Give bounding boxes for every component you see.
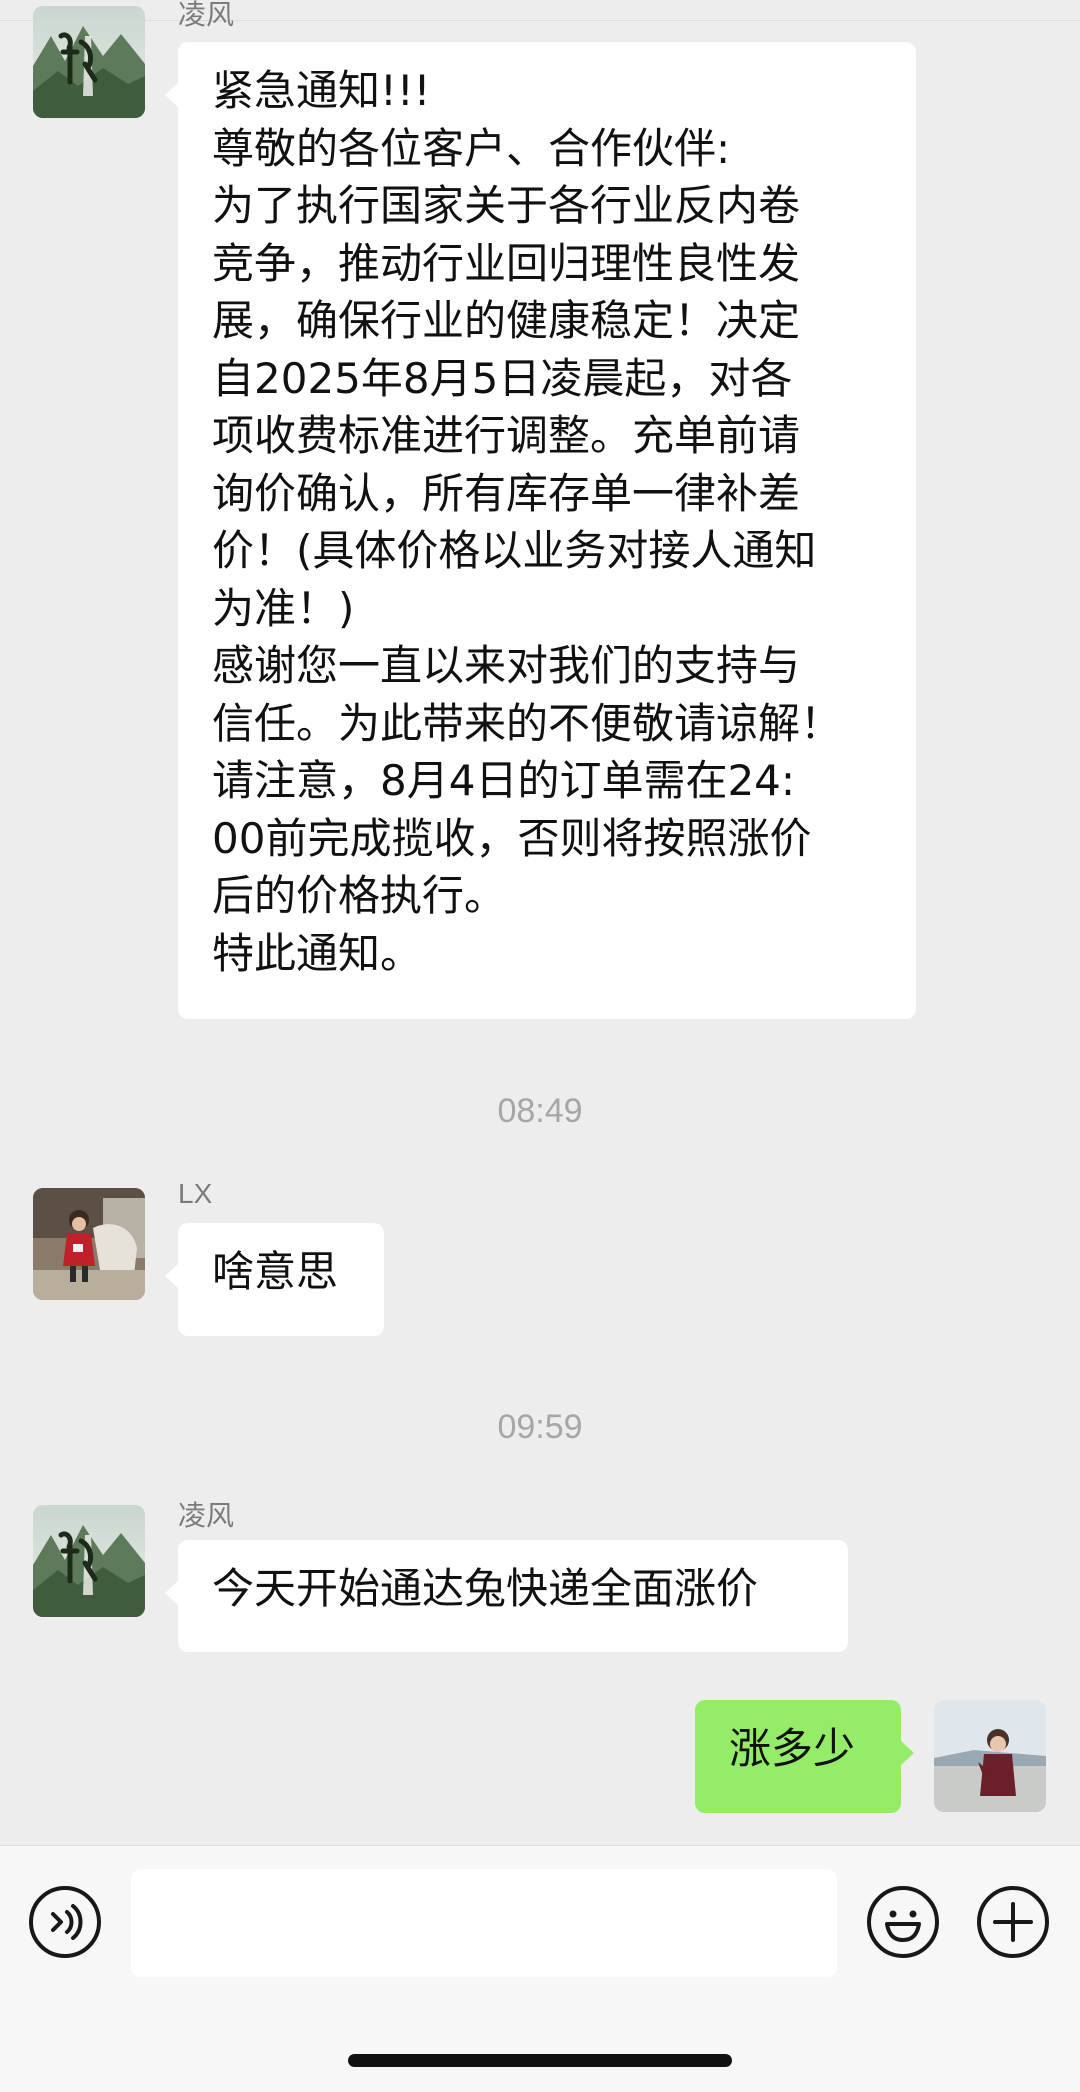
timestamp: 09:59 bbox=[497, 1408, 583, 1446]
sender-name: 凌风 bbox=[178, 1500, 235, 1531]
home-indicator[interactable] bbox=[348, 2054, 732, 2067]
voice-icon[interactable] bbox=[29, 1886, 101, 1958]
message-line: 特此通知。 bbox=[212, 928, 423, 978]
message-line: 紧急通知!!! bbox=[212, 66, 431, 115]
top-divider bbox=[0, 0, 1080, 21]
emoji-icon[interactable] bbox=[867, 1886, 939, 1958]
sender-name: 凌风 bbox=[178, 0, 235, 30]
message-line: 竞争，推动行业回归理性良性发 bbox=[212, 238, 801, 288]
message-line: 为准！) bbox=[212, 583, 355, 633]
message-line: 自2025年8月5日凌晨起，对各 bbox=[212, 353, 793, 403]
message-line: 价！(具体价格以业务对接人通知 bbox=[212, 526, 817, 575]
message-line: 为了执行国家关于各行业反内卷 bbox=[212, 181, 801, 230]
message-line: 展，确保行业的健康稳定！决定 bbox=[212, 296, 801, 345]
plus-icon[interactable] bbox=[977, 1886, 1049, 1958]
message-bubble[interactable]: 啥意思 bbox=[165, 1223, 384, 1336]
message-bubble[interactable]: 今天开始通达兔快递全面涨价 bbox=[165, 1540, 848, 1652]
message-line: 00前完成揽收，否则将按照涨价 bbox=[212, 813, 812, 863]
message-line: 项收费标准进行调整。充单前请 bbox=[212, 411, 801, 460]
message-line: 信任。为此带来的不便敬请谅解！ bbox=[212, 698, 843, 748]
message-line: 尊敬的各位客户、合作伙伴: bbox=[212, 123, 731, 173]
message-text: 今天开始通达兔快递全面涨价 bbox=[212, 1564, 759, 1613]
notice-message-bubble[interactable]: 紧急通知!!! 尊敬的各位客户、合作伙伴: 为了执行国家关于各行业反内卷 竞争，… bbox=[165, 42, 916, 1019]
chen-landscape-avatar[interactable] bbox=[33, 6, 145, 118]
message-input[interactable] bbox=[131, 1869, 837, 1977]
timestamp: 08:49 bbox=[497, 1092, 583, 1130]
message-text: 啥意思 bbox=[212, 1247, 339, 1296]
chen-landscape-avatar[interactable] bbox=[33, 1505, 145, 1617]
self-message-bubble[interactable]: 涨多少 bbox=[695, 1700, 914, 1813]
sender-name: LX bbox=[178, 1178, 213, 1209]
message-line: 后的价格执行。 bbox=[212, 871, 507, 920]
child-photo-avatar[interactable] bbox=[33, 1188, 145, 1300]
message-line: 感谢您一直以来对我们的支持与 bbox=[212, 641, 801, 690]
message-text: 涨多少 bbox=[729, 1724, 856, 1773]
self-photo-avatar[interactable] bbox=[934, 1700, 1046, 1812]
message-line: 请注意，8月4日的订单需在24: bbox=[212, 756, 796, 805]
message-line: 询价确认，所有库存单一律补差 bbox=[212, 468, 801, 518]
